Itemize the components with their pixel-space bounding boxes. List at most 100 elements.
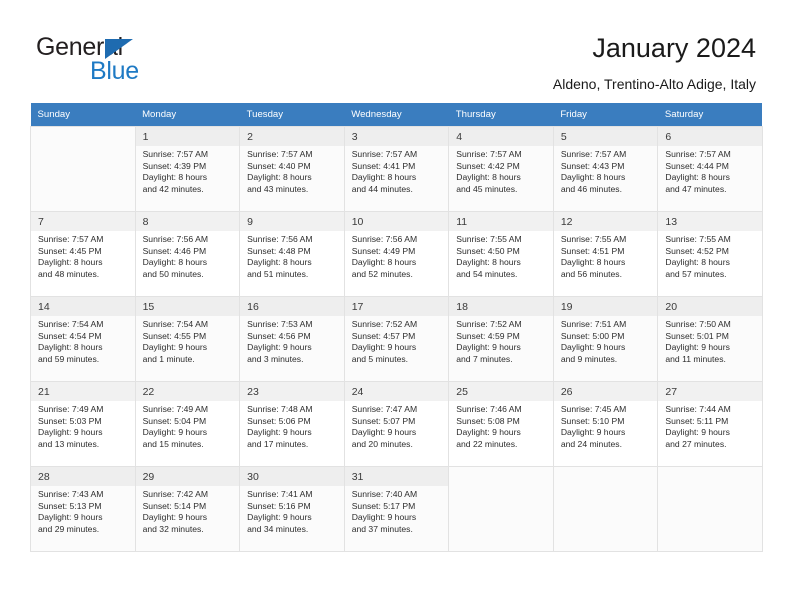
day-number: 21 [31, 382, 135, 401]
calendar-day-cell[interactable]: 16 Sunrise: 7:53 AM Sunset: 4:56 PM Dayligh… [239, 296, 345, 382]
daylight-text-line2: and 32 minutes. [142, 523, 204, 534]
daylight-text-line2: and 1 minute. [142, 353, 195, 364]
weekday-header-wednesday: Wednesday [344, 103, 449, 127]
daylight-text-line1: Daylight: 8 hours [247, 257, 312, 268]
day-number: 25 [449, 382, 553, 401]
daylight-text-line2: and 43 minutes. [247, 183, 309, 194]
daylight-text-line2: and 46 minutes. [560, 183, 622, 194]
sunset-text: Sunset: 4:45 PM [38, 245, 102, 256]
calendar-day-cell[interactable]: 7 Sunrise: 7:57 AM Sunset: 4:45 PM Daylight… [30, 211, 136, 297]
sunrise-text: Sunrise: 7:55 AM [665, 234, 731, 244]
sunset-text: Sunset: 5:06 PM [247, 415, 311, 426]
sunset-text: Sunset: 4:56 PM [247, 330, 311, 341]
calendar-day-cell[interactable]: 17 Sunrise: 7:52 AM Sunset: 4:57 PM Dayligh… [343, 296, 450, 382]
calendar-day-cell[interactable]: 1 Sunrise: 7:57 AM Sunset: 4:39 PM Daylight… [134, 126, 241, 212]
day-number: 9 [240, 212, 344, 231]
sunset-text: Sunset: 5:11 PM [665, 415, 729, 426]
calendar-header-row: Sunday Monday Tuesday Wednesday Thursday… [30, 103, 763, 127]
day-number: 27 [658, 382, 762, 401]
sunrise-text: Sunrise: 7:54 AM [38, 319, 104, 329]
calendar-day-cell[interactable]: 11 Sunrise: 7:55 AM Sunset: 4:50 PM Dayligh… [448, 211, 554, 297]
sunrise-text: Sunrise: 7:56 AM [351, 234, 418, 244]
logo-text-blue: Blue [90, 57, 139, 85]
calendar-day-cell[interactable]: 28 Sunrise: 7:43 AM Sunset: 5:13 PM Dayligh… [30, 466, 136, 552]
calendar-day-cell[interactable]: 29 Sunrise: 7:42 AM Sunset: 5:14 PM Dayligh… [134, 466, 241, 552]
calendar-day-cell[interactable]: 19 Sunrise: 7:51 AM Sunset: 5:00 PM Dayligh… [552, 296, 659, 382]
day-details: Sunrise: 7:55 AM Sunset: 4:51 PM Daylight:… [554, 231, 658, 280]
calendar-day-cell[interactable]: 31 Sunrise: 7:40 AM Sunset: 5:17 PM Dayligh… [343, 466, 450, 552]
sunrise-text: Sunrise: 7:51 AM [560, 319, 627, 329]
daylight-text-line1: Daylight: 9 hours [456, 342, 521, 353]
daylight-text-line1: Daylight: 8 hours [142, 257, 208, 268]
day-number: 6 [658, 127, 762, 146]
daylight-text-line1: Daylight: 9 hours [247, 427, 312, 438]
calendar-day-cell[interactable]: 20 Sunrise: 7:50 AM Sunset: 5:01 PM Dayligh… [657, 296, 763, 382]
sunset-text: Sunset: 4:40 PM [247, 160, 311, 171]
sunrise-text: Sunrise: 7:54 AM [142, 319, 209, 329]
day-number: 24 [344, 382, 449, 401]
day-number: 3 [344, 127, 449, 146]
sunrise-text: Sunrise: 7:44 AM [665, 404, 731, 414]
sunset-text: Sunset: 5:04 PM [142, 415, 207, 426]
day-details: Sunrise: 7:49 AM Sunset: 5:03 PM Daylight:… [31, 401, 135, 450]
calendar-day-cell[interactable]: 13 Sunrise: 7:55 AM Sunset: 4:52 PM Dayligh… [657, 211, 763, 297]
calendar-body: 1 Sunrise: 7:57 AM Sunset: 4:39 PM Daylight… [30, 126, 763, 552]
day-details: Sunrise: 7:48 AM Sunset: 5:06 PM Daylight:… [240, 401, 344, 450]
day-number: 28 [31, 467, 135, 486]
calendar-day-cell[interactable]: 8 Sunrise: 7:56 AM Sunset: 4:46 PM Daylight… [134, 211, 241, 297]
daylight-text-line1: Daylight: 9 hours [142, 512, 208, 523]
day-details: Sunrise: 7:50 AM Sunset: 5:01 PM Daylight:… [658, 316, 762, 365]
calendar-day-cell[interactable]: 27 Sunrise: 7:44 AM Sunset: 5:11 PM Dayligh… [657, 381, 763, 467]
day-number: 29 [135, 467, 240, 486]
calendar-day-cell[interactable]: 18 Sunrise: 7:52 AM Sunset: 4:59 PM Dayligh… [448, 296, 554, 382]
daylight-text-line2: and 54 minutes. [456, 268, 518, 279]
general-blue-logo: General Blue [36, 33, 196, 85]
day-details: Sunrise: 7:52 AM Sunset: 4:59 PM Daylight:… [449, 316, 553, 365]
calendar-day-cell[interactable]: 3 Sunrise: 7:57 AM Sunset: 4:41 PM Daylight… [343, 126, 450, 212]
calendar-day-cell[interactable]: 30 Sunrise: 7:41 AM Sunset: 5:16 PM Dayligh… [239, 466, 345, 552]
calendar-day-cell[interactable]: 12 Sunrise: 7:55 AM Sunset: 4:51 PM Dayligh… [552, 211, 659, 297]
calendar-day-cell[interactable]: 9 Sunrise: 7:56 AM Sunset: 4:48 PM Daylight… [239, 211, 345, 297]
day-details: Sunrise: 7:46 AM Sunset: 5:08 PM Daylight:… [449, 401, 553, 450]
weekday-header-tuesday: Tuesday [239, 103, 345, 127]
calendar-day-cell[interactable]: 26 Sunrise: 7:45 AM Sunset: 5:10 PM Dayligh… [552, 381, 659, 467]
calendar-day-cell[interactable]: 24 Sunrise: 7:47 AM Sunset: 5:07 PM Dayligh… [343, 381, 450, 467]
sunset-text: Sunset: 4:54 PM [38, 330, 102, 341]
daylight-text-line1: Daylight: 9 hours [560, 427, 626, 438]
calendar-week-row: 21 Sunrise: 7:49 AM Sunset: 5:03 PM Dayligh… [30, 381, 763, 467]
sunset-text: Sunset: 5:10 PM [560, 415, 625, 426]
day-details: Sunrise: 7:43 AM Sunset: 5:13 PM Daylight:… [31, 486, 135, 535]
calendar-day-cell[interactable]: 4 Sunrise: 7:57 AM Sunset: 4:42 PM Daylight… [448, 126, 554, 212]
day-number: 2 [240, 127, 344, 146]
calendar-day-cell[interactable]: 6 Sunrise: 7:57 AM Sunset: 4:44 PM Daylight… [657, 126, 763, 212]
day-number: 1 [135, 127, 240, 146]
daylight-text-line1: Daylight: 8 hours [560, 172, 626, 183]
calendar-day-cell[interactable]: 21 Sunrise: 7:49 AM Sunset: 5:03 PM Dayligh… [30, 381, 136, 467]
sunset-text: Sunset: 5:00 PM [560, 330, 625, 341]
calendar-day-cell[interactable]: 10 Sunrise: 7:56 AM Sunset: 4:49 PM Dayligh… [343, 211, 450, 297]
calendar-day-cell[interactable]: 22 Sunrise: 7:49 AM Sunset: 5:04 PM Dayligh… [134, 381, 241, 467]
day-number: 31 [344, 467, 449, 486]
daylight-text-line2: and 37 minutes. [351, 523, 413, 534]
sunrise-text: Sunrise: 7:52 AM [456, 319, 522, 329]
sunrise-text: Sunrise: 7:46 AM [456, 404, 522, 414]
day-details: Sunrise: 7:55 AM Sunset: 4:50 PM Daylight:… [449, 231, 553, 280]
daylight-text-line1: Daylight: 8 hours [142, 172, 208, 183]
day-details: Sunrise: 7:57 AM Sunset: 4:45 PM Daylight:… [31, 231, 135, 280]
calendar-day-cell[interactable]: 2 Sunrise: 7:57 AM Sunset: 4:40 PM Daylight… [239, 126, 345, 212]
daylight-text-line2: and 45 minutes. [456, 183, 518, 194]
calendar-day-cell[interactable]: 5 Sunrise: 7:57 AM Sunset: 4:43 PM Daylight… [552, 126, 659, 212]
calendar-day-cell[interactable]: 23 Sunrise: 7:48 AM Sunset: 5:06 PM Dayligh… [239, 381, 345, 467]
sunset-text: Sunset: 5:08 PM [456, 415, 520, 426]
calendar-day-cell[interactable]: 15 Sunrise: 7:54 AM Sunset: 4:55 PM Dayligh… [134, 296, 241, 382]
day-details: Sunrise: 7:45 AM Sunset: 5:10 PM Daylight:… [554, 401, 658, 450]
sunrise-text: Sunrise: 7:43 AM [38, 489, 104, 499]
day-number: 20 [658, 297, 762, 316]
calendar-week-row: 7 Sunrise: 7:57 AM Sunset: 4:45 PM Daylight… [30, 211, 763, 297]
daylight-text-line2: and 20 minutes. [351, 438, 413, 449]
daylight-text-line2: and 44 minutes. [351, 183, 413, 194]
calendar-day-cell[interactable]: 25 Sunrise: 7:46 AM Sunset: 5:08 PM Dayligh… [448, 381, 554, 467]
daylight-text-line1: Daylight: 9 hours [665, 427, 730, 438]
calendar-day-cell[interactable]: 14 Sunrise: 7:54 AM Sunset: 4:54 PM Dayligh… [30, 296, 136, 382]
day-number: 14 [31, 297, 135, 316]
